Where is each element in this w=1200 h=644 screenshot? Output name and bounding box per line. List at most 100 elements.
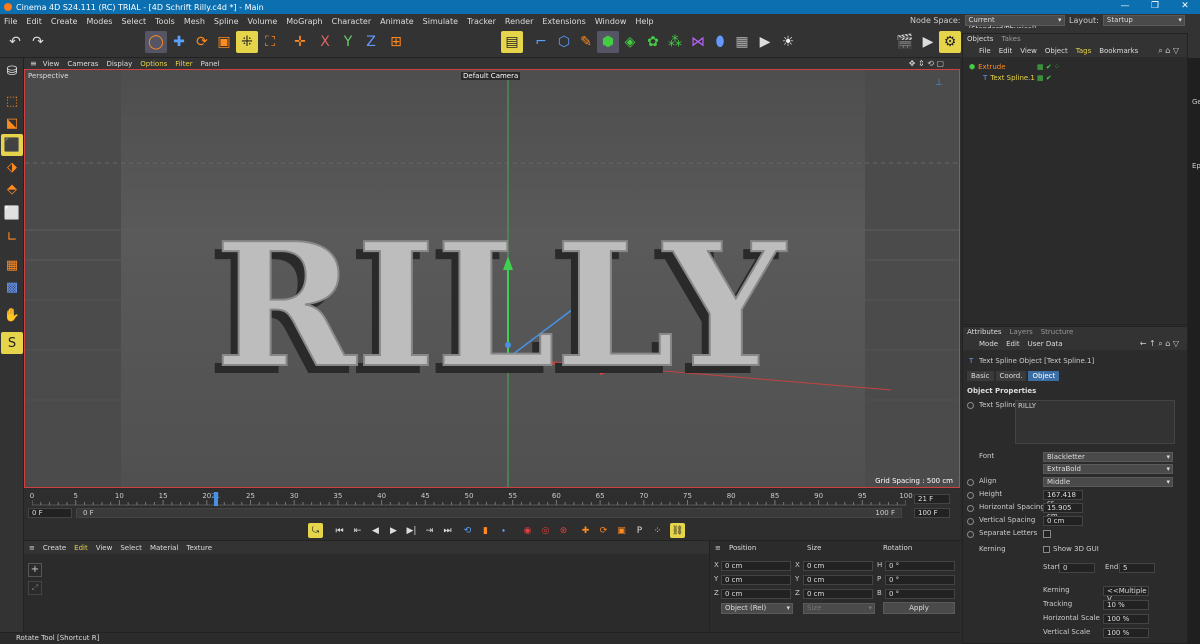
next-frame-icon[interactable]: ▶|	[404, 523, 419, 538]
edges-mode-icon[interactable]: ⬕	[1, 112, 23, 134]
subtab-object[interactable]: Object	[1028, 371, 1060, 381]
floor-icon[interactable]: ▦	[731, 31, 753, 53]
menu-create[interactable]: Create	[51, 17, 78, 26]
edit-render-view-icon[interactable]: ▤	[501, 31, 523, 53]
objects-search-icon[interactable]: ⌕ ⌂ ▽	[1158, 46, 1179, 56]
menu-window[interactable]: Window	[595, 17, 627, 26]
menu-select[interactable]: Select	[121, 17, 146, 26]
extrude-tags[interactable]: ▦ ✔ ⁘	[1037, 63, 1060, 71]
axis-mode-icon[interactable]: ⛶	[259, 31, 281, 53]
go-to-end-icon[interactable]: ⏭	[440, 523, 455, 538]
z-axis-lock-icon[interactable]: Z	[360, 31, 382, 53]
polygons-mode-icon[interactable]: ⬛	[1, 134, 23, 156]
menu-tools[interactable]: Tools	[155, 17, 175, 26]
align-dropdown[interactable]: Middle	[1043, 477, 1173, 487]
menu-extensions[interactable]: Extensions	[542, 17, 585, 26]
font-family-dropdown[interactable]: Blackletter	[1043, 452, 1173, 462]
maximize-button[interactable]: ❐	[1140, 0, 1170, 14]
material-menu-edit[interactable]: Edit	[74, 544, 88, 552]
undo-icon[interactable]: ↶	[4, 31, 26, 53]
keyframe-selection-icon[interactable]: ⊛	[556, 523, 571, 538]
previous-frame-icon[interactable]: ◀	[368, 523, 383, 538]
tab-layers[interactable]: Layers	[1006, 328, 1037, 336]
align-keyframe-dot[interactable]	[967, 479, 974, 486]
key-parameter-icon[interactable]: P	[632, 523, 647, 538]
next-key-icon[interactable]: ⇥	[422, 523, 437, 538]
texture-mode-icon[interactable]: ⬘	[1, 178, 23, 200]
render-view-icon[interactable]: ▶	[917, 31, 939, 53]
text-keyframe-dot[interactable]	[967, 402, 974, 409]
motion-system-icon[interactable]: ⛓	[670, 523, 685, 538]
viewport-menu-panel[interactable]: Panel	[201, 60, 220, 68]
viewport-menu-cameras[interactable]: Cameras	[67, 60, 98, 68]
subdivision-icon[interactable]: ⬢	[597, 31, 619, 53]
scale-tool-icon[interactable]: ▣	[213, 31, 235, 53]
end-frame-field[interactable]: 100 F	[914, 508, 950, 518]
material-menu-material[interactable]: Material	[150, 544, 178, 552]
redo-icon[interactable]: ↷	[27, 31, 49, 53]
start-frame-field[interactable]: 0 F	[28, 508, 72, 518]
pos-z-field[interactable]: 0 cm	[721, 589, 791, 599]
timeline-settings-icon[interactable]: ▮	[478, 523, 493, 538]
hspacing-keyframe-dot[interactable]	[967, 505, 974, 512]
x-axis-lock-icon[interactable]: X	[314, 31, 336, 53]
move-axis-icon[interactable]: ✛	[289, 31, 311, 53]
uv-mode-icon[interactable]: ⬗	[1, 156, 23, 178]
height-field[interactable]: 167.418 cr	[1043, 490, 1083, 507]
menu-mesh[interactable]: Mesh	[184, 17, 205, 26]
sculpt-icon[interactable]: ✋	[1, 304, 23, 326]
viewport-menu-view[interactable]: View	[43, 60, 60, 68]
menu-modes[interactable]: Modes	[86, 17, 112, 26]
solo-icon[interactable]: S	[1, 332, 23, 354]
vspacing-keyframe-dot[interactable]	[967, 518, 974, 525]
camera-icon[interactable]: ▶	[754, 31, 776, 53]
show-3d-gui-checkbox[interactable]	[1043, 546, 1050, 553]
tab-objects[interactable]: Objects	[963, 35, 997, 43]
material-preview-icon[interactable]: ⤢	[28, 581, 42, 595]
viewport-menu-display[interactable]: Display	[106, 60, 132, 68]
objects-menu-tags[interactable]: Tags	[1076, 47, 1092, 55]
tab-takes[interactable]: Takes	[997, 35, 1024, 43]
apply-button[interactable]: Apply	[883, 602, 955, 614]
spline-pen-icon[interactable]: ⌐	[530, 31, 552, 53]
rotate-tool-icon[interactable]: ⟳	[191, 31, 213, 53]
menu-tracker[interactable]: Tracker	[467, 17, 496, 26]
coordinates-menu-icon[interactable]: ≡	[715, 544, 721, 552]
menu-volume[interactable]: Volume	[248, 17, 278, 26]
coordinate-system-icon[interactable]: ⊞	[385, 31, 407, 53]
key-scale-icon[interactable]: ▣	[614, 523, 629, 538]
text-spline-tags[interactable]: ▦ ✔	[1037, 74, 1052, 82]
range-slider[interactable]: 0 F 100 F	[76, 508, 902, 518]
spheres-icon[interactable]: ⁂	[664, 31, 686, 53]
key-position-icon[interactable]: ✚	[578, 523, 593, 538]
key-rotation-icon[interactable]: ⟳	[596, 523, 611, 538]
3d-viewport[interactable]: RILLY RILLY Perspective Default Camera ⊥…	[24, 69, 960, 488]
pen-icon[interactable]: ✎	[575, 31, 597, 53]
kerning-value-field[interactable]: <<Multiple V	[1103, 586, 1149, 603]
current-frame-field[interactable]: 21 F	[914, 494, 950, 504]
light-icon[interactable]: ☀	[777, 31, 799, 53]
render-region-icon[interactable]: 🎬	[894, 31, 916, 53]
material-menu-icon[interactable]: ≡	[29, 544, 35, 552]
render-settings-icon[interactable]: ⚙	[939, 31, 961, 53]
hspacing-field[interactable]: 15.905 cm	[1043, 503, 1083, 520]
snap-settings-icon[interactable]: ▩	[1, 276, 23, 298]
menu-render[interactable]: Render	[505, 17, 533, 26]
play-icon[interactable]: ▶	[386, 523, 401, 538]
material-menu-select[interactable]: Select	[120, 544, 142, 552]
node-space-dropdown[interactable]: Current (Standard/Physical)	[964, 15, 1065, 33]
font-style-dropdown[interactable]: ExtraBold	[1043, 464, 1173, 474]
objects-menu-object[interactable]: Object	[1045, 47, 1068, 55]
objects-menu-view[interactable]: View	[1020, 47, 1037, 55]
size-z-field[interactable]: 0 cm	[803, 589, 873, 599]
previous-key-icon[interactable]: ⇤	[350, 523, 365, 538]
points-mode-icon[interactable]: ⬚	[1, 90, 23, 112]
autokey-icon[interactable]: ◎	[538, 523, 553, 538]
viewport-menu-options[interactable]: Options	[140, 60, 167, 68]
rot-p-field[interactable]: 0 °	[885, 575, 955, 585]
text-input[interactable]: RILLY	[1015, 400, 1175, 444]
attributes-nav-icons[interactable]: ← ↑ ⌕ ⌂ ▽	[1140, 339, 1179, 349]
tab-attributes[interactable]: Attributes	[963, 328, 1006, 336]
y-axis-lock-icon[interactable]: Y	[337, 31, 359, 53]
size-y-field[interactable]: 0 cm	[803, 575, 873, 585]
